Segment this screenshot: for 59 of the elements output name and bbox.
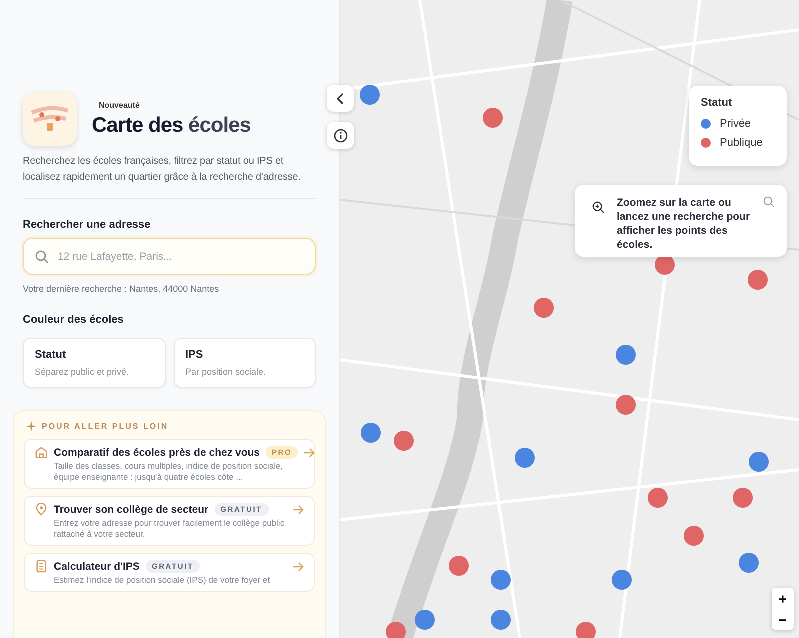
- info-icon: [334, 128, 348, 142]
- color-option[interactable]: IPS Par position sociale.: [174, 338, 316, 388]
- legend-title: Statut: [701, 97, 734, 109]
- feature-description: Entrez votre adresse pour trouver facilement le collège public rattaché à votre secteur.: [54, 518, 286, 540]
- zoom-in-icon: [592, 201, 605, 214]
- pin-icon: [35, 503, 48, 516]
- school-marker[interactable]: [655, 255, 675, 275]
- arrow-right-icon: [304, 448, 316, 458]
- school-marker[interactable]: [394, 431, 414, 451]
- calculator-icon: [35, 560, 48, 573]
- school-marker[interactable]: [612, 570, 632, 590]
- info-button[interactable]: [327, 122, 354, 149]
- school-marker[interactable]: [361, 423, 381, 443]
- school-marker[interactable]: [616, 345, 636, 365]
- color-option[interactable]: Statut Séparez public et privé.: [23, 338, 166, 388]
- feature-description: Estimez l'indice de position sociale (IPS) de votre foyer et: [54, 575, 272, 586]
- zoom-out-button[interactable]: −: [772, 609, 794, 630]
- school-marker[interactable]: [739, 553, 759, 573]
- school-marker[interactable]: [684, 526, 704, 546]
- school-marker[interactable]: [449, 556, 469, 576]
- zoom-in-button[interactable]: +: [772, 588, 794, 609]
- arrow-right-icon: [293, 504, 304, 514]
- hint-text: Zoomez sur la carte ou lancez une recherche pour afficher les points des écoles.: [617, 196, 751, 252]
- last-search-text: Votre dernière recherche : Nantes, 44000 Nantes: [23, 284, 220, 294]
- school-marker[interactable]: [748, 270, 768, 290]
- description: Recherchez les écoles françaises, filtrez par statut ou IPS et localisez rapidement un quartier grâce à la recherche d'adresse.: [23, 155, 302, 185]
- feature-title: Comparatif des écoles près de chez vous: [54, 446, 260, 458]
- school-icon: [35, 446, 48, 459]
- feature-description: Taille des classes, cours multiples, indice de position sociale, équipe enseignante : jusqu'à quatre écoles côte ...: [54, 461, 284, 483]
- chevron-left-icon: [336, 92, 344, 104]
- school-marker[interactable]: [483, 108, 503, 128]
- school-marker[interactable]: [616, 395, 636, 415]
- map-illustration-icon: [23, 92, 77, 146]
- legend-label: Publique: [720, 137, 763, 149]
- collapse-panel-button[interactable]: [327, 85, 354, 112]
- school-marker[interactable]: [534, 298, 554, 318]
- search-icon: [35, 250, 49, 264]
- school-marker[interactable]: [386, 622, 406, 638]
- school-marker[interactable]: [648, 488, 668, 508]
- search-icon: [763, 196, 775, 208]
- school-marker[interactable]: [491, 570, 511, 590]
- school-marker[interactable]: [576, 622, 596, 638]
- address-search-field[interactable]: 12 rue Lafayette, Paris...: [23, 238, 316, 275]
- section-heading: POUR ALLER PLUS LOIN: [42, 422, 169, 431]
- feature-title: Calculateur d'IPS: [54, 560, 140, 572]
- feature-title: Trouver son collège de secteur: [54, 504, 209, 516]
- search-label: Rechercher une adresse: [23, 219, 152, 231]
- new-label: Nouveauté: [99, 100, 141, 110]
- school-marker[interactable]: [360, 85, 380, 105]
- school-marker[interactable]: [733, 488, 753, 508]
- page-title: Carte des écoles: [92, 114, 251, 138]
- school-marker[interactable]: [415, 610, 435, 630]
- legend-label: Privée: [720, 118, 752, 130]
- school-marker[interactable]: [491, 610, 511, 630]
- arrow-right-icon: [293, 562, 304, 572]
- sparkle-icon: [26, 421, 37, 432]
- color-label: Couleur des écoles: [23, 314, 125, 326]
- school-marker[interactable]: [749, 452, 769, 472]
- school-marker[interactable]: [515, 448, 535, 468]
